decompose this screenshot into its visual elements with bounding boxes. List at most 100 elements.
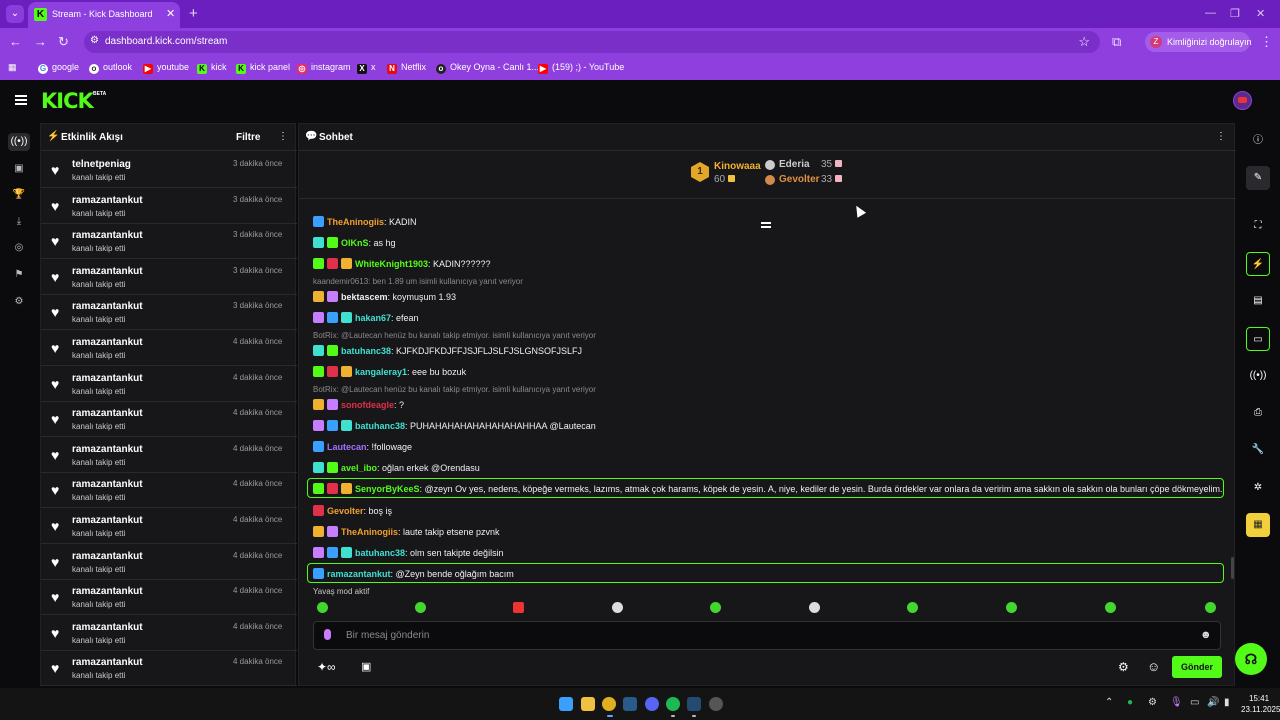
bookmark-star-icon[interactable]: ☆ bbox=[1078, 34, 1090, 50]
chat-username[interactable]: Gevolter bbox=[327, 506, 364, 516]
site-info-icon[interactable]: ⚙ bbox=[90, 35, 99, 46]
activity-item[interactable]: ♥ ramazantankut kanalı takip etti 4 dakika … bbox=[41, 615, 297, 651]
edit-icon[interactable]: ✎ bbox=[1246, 166, 1270, 190]
activity-item[interactable]: ♥ ramazantankut kanalı takip etti 4 dakika … bbox=[41, 401, 297, 438]
emote-icon[interactable] bbox=[415, 602, 426, 613]
emote-icon[interactable] bbox=[612, 602, 623, 613]
activity-user[interactable]: telnetpeniag bbox=[72, 159, 131, 170]
emote-icon[interactable] bbox=[1205, 602, 1216, 613]
chat-message[interactable]: batuhanc38: olm sen takipte değilsin bbox=[313, 547, 504, 558]
discord-icon[interactable] bbox=[645, 697, 659, 711]
chat-username[interactable]: kangaleray1 bbox=[355, 367, 407, 377]
mic-icon[interactable] bbox=[324, 629, 331, 640]
tray-volume-icon[interactable]: 🔊 bbox=[1207, 697, 1219, 708]
activity-item[interactable]: ♥ ramazantankut kanalı takip etti 4 dakika … bbox=[41, 437, 297, 473]
emote-icon[interactable] bbox=[809, 602, 820, 613]
tools-icon[interactable]: 🔧 bbox=[1246, 438, 1270, 462]
activity-item[interactable]: ♥ telnetpeniag kanalı takip etti 3 dakika ö… bbox=[41, 152, 297, 188]
store-icon[interactable]: ▣ bbox=[361, 660, 371, 673]
chat-message[interactable]: TheAninogiis: laute takip etsene pzvnk bbox=[313, 526, 500, 537]
extensions-icon[interactable]: ⧉ bbox=[1112, 34, 1121, 50]
kick-logo[interactable]: KICK bbox=[41, 89, 94, 113]
stream-nav-icon[interactable]: ((•)) bbox=[8, 133, 30, 151]
steam-app-icon[interactable] bbox=[687, 697, 701, 711]
activity-item[interactable]: ♥ ramazantankut kanalı takip etti 4 dakika … bbox=[41, 650, 297, 687]
tray-steam-icon[interactable]: ⚙ bbox=[1148, 697, 1157, 708]
chat-message[interactable]: hakan67: efean bbox=[313, 312, 419, 323]
chat-username[interactable]: hakan67 bbox=[355, 313, 391, 323]
chat-username[interactable]: SenyorByKeeS bbox=[355, 484, 420, 494]
notes-icon[interactable]: ▤ bbox=[1246, 289, 1270, 313]
activity-user[interactable]: ramazantankut bbox=[72, 195, 143, 206]
help-chat-icon[interactable]: ☊ bbox=[1235, 643, 1267, 675]
tray-expand-icon[interactable]: ⌃ bbox=[1105, 697, 1113, 708]
broadcast-icon[interactable]: ((•)) bbox=[1246, 364, 1270, 388]
chat-message[interactable]: Gevolter: boş iş bbox=[313, 505, 392, 516]
activity-toggle-icon[interactable]: ⚡ bbox=[1246, 252, 1270, 276]
emoji-icon[interactable]: ☻ bbox=[1200, 629, 1212, 641]
analytics-nav-icon[interactable]: ▣ bbox=[8, 160, 30, 178]
chat-username[interactable]: sonofdeagle bbox=[341, 400, 394, 410]
profile-button[interactable]: Z Kimliğinizi doğrulayın bbox=[1145, 32, 1252, 52]
windows-start-icon[interactable] bbox=[559, 697, 573, 711]
activity-user[interactable]: ramazantankut bbox=[72, 408, 143, 419]
chat-toggle-icon[interactable]: ▭ bbox=[1246, 327, 1270, 351]
new-tab-button[interactable]: + bbox=[189, 5, 198, 22]
tab-search-button[interactable]: ⌄ bbox=[6, 5, 24, 23]
tray-network-icon[interactable]: ▭ bbox=[1190, 697, 1199, 708]
activity-item[interactable]: ♥ ramazantankut kanalı takip etti 3 dakika … bbox=[41, 223, 297, 260]
send-button[interactable]: Gönder bbox=[1172, 656, 1222, 678]
app-icon[interactable] bbox=[709, 697, 723, 711]
chat-message[interactable]: kangaleray1: eee bu bozuk bbox=[313, 366, 466, 377]
bookmark-instagram[interactable]: ◎ instagram bbox=[297, 62, 351, 74]
bookmark-x[interactable]: Xx bbox=[357, 62, 376, 74]
chat-message[interactable]: sonofdeagle: ? bbox=[313, 399, 404, 410]
activity-user[interactable]: ramazantankut bbox=[72, 622, 143, 633]
minimize-icon[interactable]: — bbox=[1205, 7, 1216, 19]
bookmark-kick-panel[interactable]: Kkick panel bbox=[236, 62, 290, 74]
bookmark-netflix[interactable]: N Netflix bbox=[387, 62, 426, 74]
chat-message[interactable]: ramazantankut: @Zeyn bende oğlağım bacım bbox=[313, 568, 514, 579]
tray-mic-icon[interactable]: 🎙 bbox=[1170, 697, 1183, 708]
reload-icon[interactable]: ↻ bbox=[58, 34, 69, 50]
chat-username[interactable]: bektascem bbox=[341, 292, 388, 302]
url-field[interactable]: ⚙ dashboard.kick.com/stream ☆ bbox=[84, 31, 1100, 53]
activity-item[interactable]: ♥ ramazantankut kanalı takip etti 3 dakika … bbox=[41, 259, 297, 295]
emote-icon[interactable] bbox=[710, 602, 721, 613]
emote-icon[interactable] bbox=[513, 602, 524, 613]
activity-item[interactable]: ♥ ramazantankut kanalı takip etti 3 dakika … bbox=[41, 294, 297, 331]
user-avatar[interactable] bbox=[1233, 91, 1252, 110]
moderation-nav-icon[interactable]: ◎ bbox=[8, 239, 30, 257]
emote-picker-icon[interactable]: ☺ bbox=[1147, 659, 1160, 674]
chat-message[interactable]: SenyorByKeeS: @zeyn Ov yes, nedens, köpe… bbox=[313, 483, 1223, 494]
activity-item[interactable]: ♥ ramazantankut kanalı takip etti 4 dakika … bbox=[41, 472, 297, 509]
back-icon[interactable]: ← bbox=[9, 34, 22, 49]
clock-time[interactable]: 15:41 bbox=[1249, 694, 1269, 703]
upload-nav-icon[interactable]: ⤓ bbox=[8, 213, 30, 231]
activity-user[interactable]: ramazantankut bbox=[72, 551, 143, 562]
leader-second-name[interactable]: Ederia bbox=[779, 159, 810, 170]
share-icon[interactable]: ✲ bbox=[1246, 476, 1270, 500]
chat-input[interactable]: Bir mesaj gönderin ☻ bbox=[313, 621, 1221, 650]
activity-user[interactable]: ramazantankut bbox=[72, 586, 143, 597]
trophy-nav-icon[interactable]: 🏆 bbox=[8, 186, 30, 204]
screenshot-icon[interactable]: ⛶ bbox=[1246, 214, 1270, 238]
activity-user[interactable]: ramazantankut bbox=[72, 301, 143, 312]
activity-item[interactable]: ♥ ramazantankut kanalı takip etti 4 dakika … bbox=[41, 330, 297, 366]
hamburger-menu-icon[interactable] bbox=[15, 95, 27, 105]
community-nav-icon[interactable]: ⚑ bbox=[8, 266, 30, 284]
bookmark-youtube[interactable]: ▶ youtube bbox=[143, 62, 189, 74]
leader-first-name[interactable]: Kinowaaa bbox=[714, 161, 761, 172]
leader-third-name[interactable]: Gevolter bbox=[779, 174, 820, 185]
chat-scrollbar[interactable] bbox=[1231, 557, 1234, 579]
bookmark-okey[interactable]: o Okey Oyna - Canlı 1... bbox=[436, 62, 539, 74]
chat-username[interactable]: TheAninogiis bbox=[341, 527, 398, 537]
tray-battery-icon[interactable]: ▮ bbox=[1224, 697, 1230, 708]
activity-user[interactable]: ramazantankut bbox=[72, 337, 143, 348]
emote-icon[interactable] bbox=[1006, 602, 1017, 613]
apps-icon[interactable]: ▦ bbox=[8, 62, 17, 73]
chat-username[interactable]: ramazantankut bbox=[327, 569, 391, 579]
chat-username[interactable]: OlKnS bbox=[341, 238, 369, 248]
emote-icon[interactable] bbox=[1105, 602, 1116, 613]
chat-settings-icon[interactable]: ⚙ bbox=[1118, 660, 1129, 674]
